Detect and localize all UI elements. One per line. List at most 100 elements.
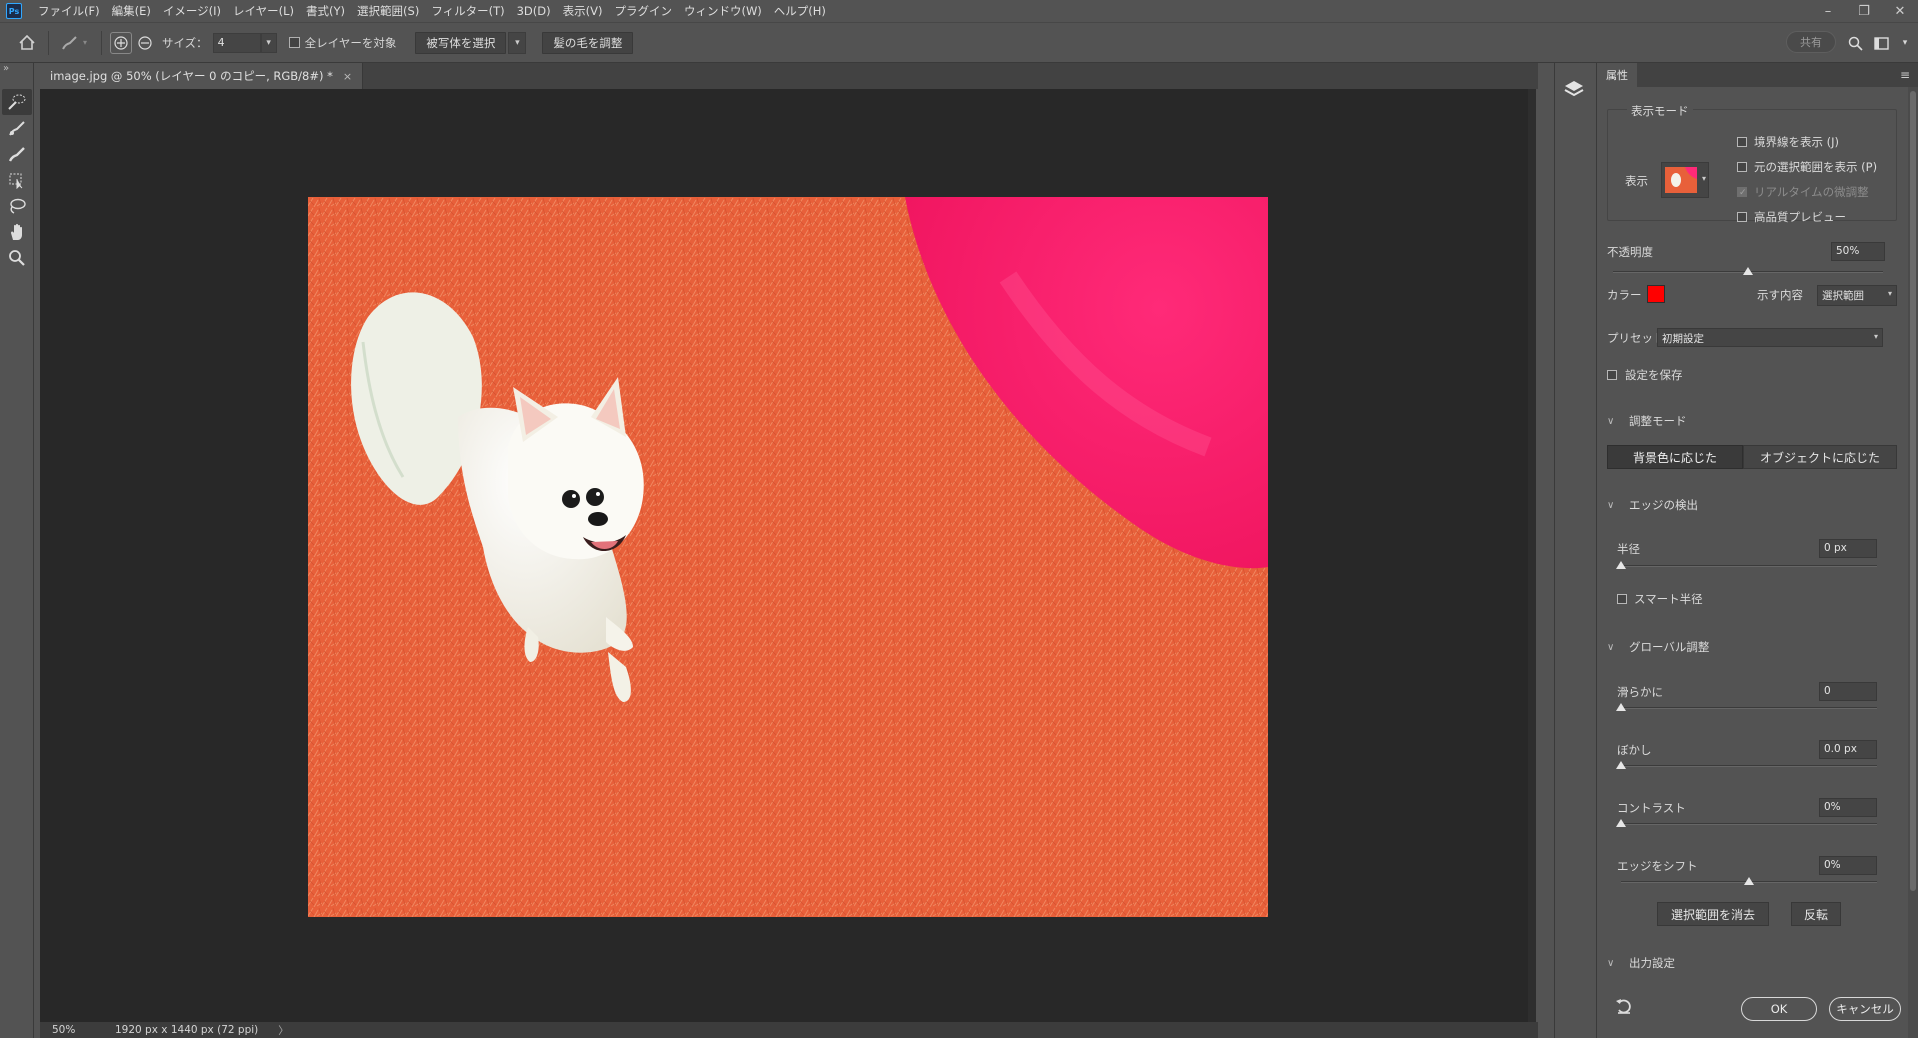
menu-image[interactable]: イメージ(I) xyxy=(157,3,227,19)
reset-icon[interactable] xyxy=(1615,997,1635,1017)
menu-type[interactable]: 書式(Y) xyxy=(300,3,351,19)
shift-edge-input[interactable]: 0% xyxy=(1819,856,1877,875)
quick-selection-tool-icon[interactable] xyxy=(2,89,32,115)
layers-icon[interactable] xyxy=(1562,77,1586,101)
tab-properties[interactable]: 属性 xyxy=(1597,63,1637,87)
canvas-area[interactable] xyxy=(40,89,1536,1022)
shift-edge-label: エッジをシフト xyxy=(1617,859,1698,873)
high-quality-preview-checkbox[interactable] xyxy=(1737,212,1747,222)
show-edge-checkbox[interactable] xyxy=(1737,137,1747,147)
clear-selection-button[interactable]: 選択範囲を消去 xyxy=(1657,902,1769,926)
properties-scrollbar[interactable] xyxy=(1908,87,1918,1038)
document-tab[interactable]: image.jpg @ 50% (レイヤー 0 のコピー, RGB/8#) * … xyxy=(40,63,364,89)
smooth-input[interactable]: 0 xyxy=(1819,682,1877,701)
radius-input[interactable]: 0 px xyxy=(1819,539,1877,558)
tool-preset-brush-icon[interactable] xyxy=(57,30,83,56)
contrast-slider-track[interactable] xyxy=(1621,823,1877,825)
brush-tool-icon[interactable] xyxy=(2,141,32,167)
smart-radius-checkbox[interactable] xyxy=(1617,594,1627,604)
close-window-icon[interactable]: ✕ xyxy=(1882,4,1918,19)
all-layers-label: 全レイヤーを対象 xyxy=(304,35,397,50)
status-zoom[interactable]: 50% xyxy=(40,1024,105,1036)
zoom-tool-icon[interactable] xyxy=(2,245,32,271)
overlay-color-swatch[interactable] xyxy=(1647,285,1665,303)
workspace-icon[interactable] xyxy=(1870,31,1892,55)
refine-hair-button[interactable]: 髪の毛を調整 xyxy=(542,31,634,54)
share-button[interactable]: 共有 xyxy=(1786,31,1836,53)
radius-slider-track[interactable] xyxy=(1621,565,1877,567)
view-mode-title: 表示モード xyxy=(1627,103,1693,119)
restore-icon[interactable]: ❐ xyxy=(1846,4,1882,19)
size-input[interactable]: 4 xyxy=(212,32,261,53)
contrast-input[interactable]: 0% xyxy=(1819,798,1877,817)
menu-select[interactable]: 選択範囲(S) xyxy=(351,3,425,19)
smooth-slider-track[interactable] xyxy=(1621,707,1877,709)
menu-edit[interactable]: 編集(E) xyxy=(106,3,157,19)
menu-filter[interactable]: フィルター(T) xyxy=(425,3,510,19)
contrast-slider-thumb[interactable] xyxy=(1616,819,1626,827)
minimize-icon[interactable]: – xyxy=(1810,4,1846,19)
output-settings-header[interactable]: ∨ 出力設定 xyxy=(1607,955,1675,971)
status-chevron-right-icon[interactable]: 〉 xyxy=(278,1023,289,1038)
hand-tool-icon[interactable] xyxy=(2,219,32,245)
canvas-vertical-scrollbar[interactable] xyxy=(1528,89,1536,1022)
indicates-select[interactable]: 選択範囲 ▾ xyxy=(1817,285,1897,306)
invert-button[interactable]: 反転 xyxy=(1791,902,1841,926)
chevron-down-icon[interactable]: ▾ xyxy=(83,38,87,47)
color-aware-button[interactable]: 背景色に応じた xyxy=(1607,445,1743,469)
search-icon[interactable] xyxy=(1844,31,1866,55)
view-mode-thumbnail[interactable]: ▾ xyxy=(1661,162,1709,198)
chevron-down-icon: ∨ xyxy=(1607,641,1615,653)
chevron-down-icon: ∨ xyxy=(1607,499,1615,511)
workspace-chevron-down-icon[interactable]: ▾ xyxy=(1898,31,1912,55)
panel-menu-icon[interactable]: ≡ xyxy=(1900,68,1910,82)
properties-scrollbar-thumb[interactable] xyxy=(1910,91,1916,891)
menu-3d[interactable]: 3D(D) xyxy=(511,4,557,18)
feather-input[interactable]: 0.0 px xyxy=(1819,740,1877,759)
select-subject-button[interactable]: 被写体を選択 xyxy=(415,31,507,54)
feather-slider-thumb[interactable] xyxy=(1616,761,1626,769)
radius-slider-thumb[interactable] xyxy=(1616,561,1626,569)
view-thumbnail-preview-icon xyxy=(1665,167,1697,193)
view-mode-chevron-down-icon[interactable]: ▾ xyxy=(1702,174,1706,183)
realtime-refinement-checkbox[interactable] xyxy=(1737,187,1747,197)
preset-select[interactable]: 初期設定 ▾ xyxy=(1657,328,1883,347)
document-tab-bar: image.jpg @ 50% (レイヤー 0 のコピー, RGB/8#) * … xyxy=(40,63,1538,89)
menu-layer[interactable]: レイヤー(L) xyxy=(227,3,300,19)
smooth-slider-thumb[interactable] xyxy=(1616,703,1626,711)
menu-view[interactable]: 表示(V) xyxy=(557,3,609,19)
object-selection-tool-icon[interactable] xyxy=(2,167,32,193)
cancel-button[interactable]: キャンセル xyxy=(1829,997,1901,1021)
opacity-slider-thumb[interactable] xyxy=(1743,267,1753,275)
ok-button[interactable]: OK xyxy=(1741,997,1817,1021)
radius-label: 半径 xyxy=(1617,542,1640,556)
canvas-image[interactable] xyxy=(308,197,1268,917)
edge-detection-header[interactable]: ∨ エッジの検出 xyxy=(1607,497,1698,513)
global-refinements-header[interactable]: ∨ グローバル調整 xyxy=(1607,639,1709,655)
home-icon[interactable] xyxy=(14,30,40,56)
add-to-region-icon[interactable] xyxy=(110,31,133,54)
menu-window[interactable]: ウィンドウ(W) xyxy=(678,3,768,19)
feather-slider-track[interactable] xyxy=(1621,765,1877,767)
preset-chevron-down-icon[interactable]: ▾ xyxy=(1874,332,1878,341)
indicates-chevron-down-icon[interactable]: ▾ xyxy=(1888,289,1892,298)
shift-edge-slider-thumb[interactable] xyxy=(1744,877,1754,885)
menu-file[interactable]: ファイル(F) xyxy=(32,3,106,19)
collapse-toolbar-icon[interactable]: » xyxy=(3,63,9,74)
dog-photo-with-overlay xyxy=(308,197,1268,917)
menu-plugins[interactable]: プラグイン xyxy=(608,3,678,19)
refine-edge-brush-tool-icon[interactable] xyxy=(2,115,32,141)
close-tab-icon[interactable]: × xyxy=(343,70,352,83)
all-layers-checkbox[interactable] xyxy=(288,37,300,48)
size-dropdown-chevron-icon[interactable]: ▾ xyxy=(260,32,277,53)
object-aware-button[interactable]: オブジェクトに応じた xyxy=(1743,445,1897,469)
properties-tab-bar: 属性 ≡ xyxy=(1597,63,1918,87)
refine-mode-header[interactable]: ∨ 調整モード xyxy=(1607,413,1687,429)
menu-help[interactable]: ヘルプ(H) xyxy=(768,3,832,19)
show-original-checkbox[interactable] xyxy=(1737,162,1747,172)
subtract-from-region-icon[interactable] xyxy=(132,30,158,56)
lasso-tool-icon[interactable] xyxy=(2,193,32,219)
remember-settings-checkbox[interactable] xyxy=(1607,370,1617,380)
opacity-input[interactable]: 50% xyxy=(1831,242,1885,261)
select-subject-dropdown-chevron-icon[interactable]: ▾ xyxy=(508,31,527,54)
